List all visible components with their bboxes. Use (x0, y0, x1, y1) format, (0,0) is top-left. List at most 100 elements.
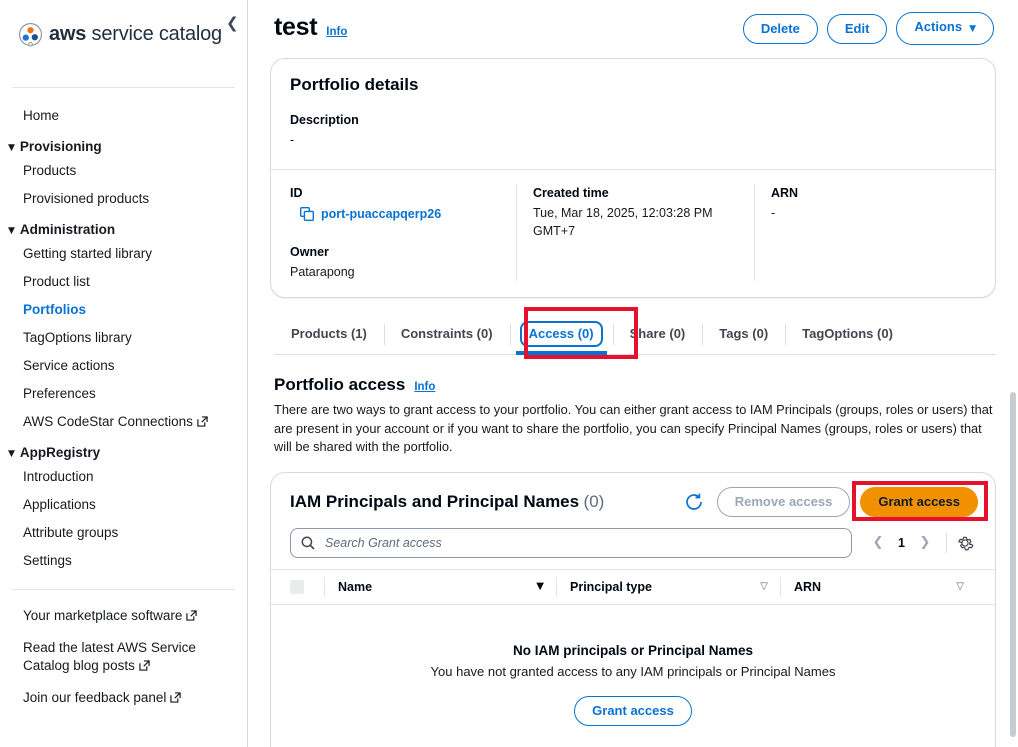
empty-state-title: No IAM principals or Principal Names (512, 642, 754, 658)
chevron-left-icon[interactable]: ❮ (226, 16, 239, 31)
sidebar-item-preferences[interactable]: Preferences (0, 380, 247, 408)
table-title-wrap: IAM Principals and Principal Names (0) (290, 492, 604, 512)
portfolio-access-header: Portfolio access Info (274, 375, 996, 395)
sidebar-group-label: Provisioning (19, 139, 102, 154)
sidebar-item-label: AWS CodeStar Connections (23, 414, 193, 429)
chevron-down-icon: ▼ (969, 24, 976, 34)
tab-tagoptions[interactable]: TagOptions (0) (785, 315, 910, 354)
aws-service-catalog-icon (19, 23, 42, 47)
gear-icon (958, 536, 974, 550)
sort-arrow-icon: ▽ (760, 581, 768, 592)
sidebar-item-applications[interactable]: Applications (0, 491, 247, 519)
tab-access[interactable]: Access (0) (509, 315, 613, 355)
tab-tags[interactable]: Tags (0) (702, 315, 785, 354)
owner-value: Patarapong (290, 265, 355, 279)
pagination-divider (946, 532, 947, 553)
pagination: ❮ 1 ❯ (852, 531, 978, 555)
tab-label: Tags (0) (719, 326, 769, 341)
sidebar-item-getting-started-library[interactable]: Getting started library (0, 240, 247, 268)
portfolio-details-columns: ID port-puaccapqerp26 Owner Patarapong C… (271, 169, 995, 297)
actions-dropdown-button[interactable]: Actions ▼ (896, 12, 994, 45)
empty-state-subtitle: You have not granted access to any IAM p… (430, 663, 836, 679)
description-label: Description (290, 113, 359, 127)
portfolio-details-heading: Portfolio details (290, 75, 419, 94)
tab-products[interactable]: Products (1) (274, 315, 384, 354)
tab-label: Share (0) (629, 326, 686, 341)
brand-text: aws service catalog (49, 23, 222, 46)
column-header-arn[interactable]: ARN ▽ (780, 576, 976, 597)
search-input[interactable] (323, 534, 841, 551)
sidebar-nav: Home ▼ Provisioning Products Provisioned… (0, 88, 247, 575)
sidebar-item-label: Read the latest AWS Service Catalog blog… (23, 640, 196, 673)
sidebar-group-administration[interactable]: ▼ Administration (0, 213, 247, 240)
edit-button[interactable]: Edit (826, 13, 888, 44)
external-link-icon (139, 660, 150, 671)
sidebar-item-settings[interactable]: Settings (0, 547, 247, 575)
sidebar-group-provisioning[interactable]: ▼ Provisioning (0, 130, 247, 157)
external-link-icon (170, 692, 182, 703)
column-label: ARN (794, 579, 822, 594)
portfolio-access-info-link[interactable]: Info (414, 381, 435, 393)
sidebar-group-appregistry[interactable]: ▼ AppRegistry (0, 436, 247, 463)
tab-constraints[interactable]: Constraints (0) (383, 315, 510, 354)
pagination-next-button[interactable]: ❯ (913, 531, 937, 555)
portfolio-access-title: Portfolio access (274, 375, 406, 394)
portfolio-access-description: There are two ways to grant access to yo… (274, 402, 993, 454)
column-header-principal-type[interactable]: Principal type ▽ (556, 576, 780, 597)
grant-access-button[interactable]: Grant access (860, 486, 978, 517)
sort-arrow-icon: ▼ (536, 581, 544, 592)
arn-value: - (771, 206, 776, 220)
description-block: Description - (271, 98, 995, 169)
scrollbar-track[interactable] (1007, 0, 1018, 747)
sidebar-item-provisioned-products[interactable]: Provisioned products (0, 185, 247, 213)
brand-aws: aws (49, 23, 87, 45)
sidebar-item-marketplace-software[interactable]: Your marketplace software (0, 600, 247, 632)
sidebar-item-introduction[interactable]: Introduction (0, 463, 247, 491)
select-all-checkbox[interactable] (290, 579, 304, 594)
sidebar-item-products[interactable]: Products (0, 157, 247, 185)
copy-icon[interactable] (300, 207, 314, 221)
table-header-actions: Remove access Grant access (681, 486, 978, 517)
sidebar-item-home[interactable]: Home (0, 102, 247, 130)
sidebar-item-service-actions[interactable]: Service actions (0, 352, 247, 380)
scrollbar-thumb[interactable] (1010, 392, 1016, 737)
pagination-page-1[interactable]: 1 (892, 536, 911, 550)
sidebar-group-label: AppRegistry (19, 445, 101, 460)
tab-label: TagOptions (0) (802, 326, 893, 341)
tab-list: Products (1) Constraints (0) Access (0) … (274, 315, 996, 355)
refresh-button[interactable] (681, 489, 707, 515)
sidebar-item-tagoptions-library[interactable]: TagOptions library (0, 324, 247, 352)
sidebar: aws service catalog ❮ Home ▼ Provisionin… (0, 0, 248, 747)
sidebar-item-blog-posts[interactable]: Read the latest AWS Service Catalog blog… (0, 632, 247, 682)
tabs-container: Products (1) Constraints (0) Access (0) … (270, 307, 996, 359)
sort-arrow-icon: ▽ (956, 581, 964, 592)
sidebar-item-feedback-panel[interactable]: Join our feedback panel (0, 682, 247, 714)
tab-share[interactable]: Share (0) (612, 315, 703, 354)
id-value-row: port-puaccapqerp26 (300, 207, 500, 221)
portfolio-id-link[interactable]: port-puaccapqerp26 (321, 207, 441, 221)
search-box[interactable] (290, 527, 852, 558)
sidebar-item-codestar-connections[interactable]: AWS CodeStar Connections (0, 408, 247, 436)
search-icon (301, 536, 315, 550)
created-time-column: Created time Tue, Mar 18, 2025, 12:03:28… (516, 184, 754, 281)
column-header-name[interactable]: Name ▼ (324, 576, 556, 597)
table-preferences-button[interactable] (956, 532, 978, 554)
sidebar-item-attribute-groups[interactable]: Attribute groups (0, 519, 247, 547)
pagination-prev-button[interactable]: ❮ (866, 531, 890, 555)
empty-state-grant-access-button[interactable]: Grant access (574, 695, 692, 726)
sidebar-item-label: Join our feedback panel (23, 690, 167, 705)
brand-logo[interactable]: aws service catalog (0, 0, 247, 52)
page-title: test (274, 13, 318, 41)
portfolio-details-card: Portfolio details Description - ID port-… (270, 58, 996, 298)
arn-label: ARN (771, 186, 799, 200)
remove-access-button[interactable]: Remove access (716, 486, 851, 517)
owner-block: Owner Patarapong (290, 243, 500, 281)
page-title-info-link[interactable]: Info (326, 26, 347, 38)
delete-button[interactable]: Delete (742, 13, 818, 44)
refresh-icon (685, 493, 702, 510)
column-label: Principal type (570, 579, 652, 594)
sidebar-item-product-list[interactable]: Product list (0, 268, 247, 296)
sidebar-item-portfolios[interactable]: Portfolios (0, 296, 247, 324)
page-title-wrap: test Info (270, 12, 347, 42)
external-link-icon (186, 610, 198, 621)
